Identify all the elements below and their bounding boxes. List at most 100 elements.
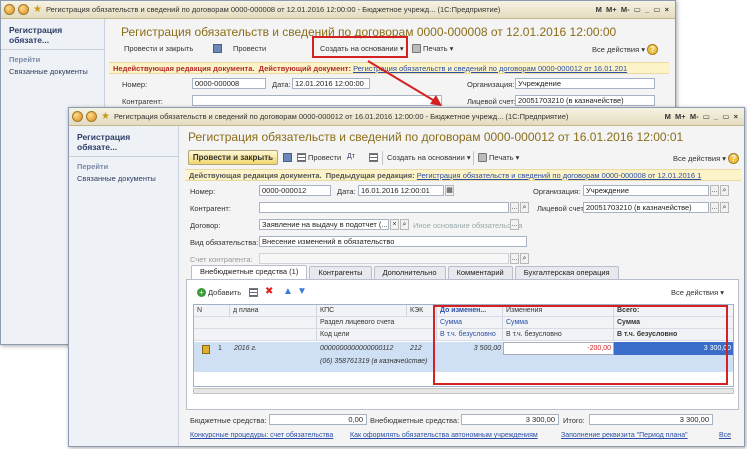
front-menu-icon[interactable]: [72, 111, 83, 122]
org-field[interactable]: Учреждение: [583, 185, 709, 196]
org-select-button[interactable]: …: [710, 185, 719, 196]
add-icon: +: [197, 288, 206, 297]
link-all[interactable]: Все: [719, 432, 731, 439]
tab-comment[interactable]: Комментарий: [447, 266, 513, 279]
back-menu-icon[interactable]: [4, 4, 15, 15]
back-account-field[interactable]: 20051703210 (в казначействе): [515, 95, 655, 106]
back-print-button[interactable]: Печать ▾: [412, 44, 453, 53]
post-close-label: Провести и закрыть: [192, 153, 274, 162]
favorite-star-icon[interactable]: ★: [33, 4, 42, 15]
help-icon[interactable]: ?: [647, 44, 659, 55]
budget-field: 0,00: [269, 414, 367, 425]
contract-label: Договор:: [190, 221, 221, 230]
save-button[interactable]: [283, 153, 294, 162]
row-plan: 2016 г.: [234, 345, 257, 352]
tab-extrabudget[interactable]: Внебюджетные средства (1): [191, 265, 308, 279]
help-icon[interactable]: ?: [728, 153, 740, 164]
list-icon: [369, 153, 378, 162]
amounts-highlight: [433, 305, 728, 385]
back-all-actions-button[interactable]: Все действия ▾ ?: [592, 44, 659, 55]
create-based-button[interactable]: Создать на основании ▾: [387, 153, 471, 162]
move-up-button[interactable]: ▲: [283, 286, 293, 297]
contractor-select-button[interactable]: …: [510, 202, 519, 213]
back-print-label: Печать: [423, 44, 448, 53]
col-header-kps[interactable]: КПС: [317, 305, 407, 317]
back-info-status: Недействующая редакция документа.: [113, 63, 255, 73]
link-competitive[interactable]: Конкурсные процедуры: счет обязательства: [190, 432, 333, 439]
back-window-controls[interactable]: M M+ M- ▭ _ ▭ ×: [596, 5, 675, 14]
move-down-button[interactable]: ▼: [297, 286, 307, 297]
back-date-field[interactable]: 12.01.2016 12:00:00: [292, 78, 370, 89]
tab-accounting[interactable]: Бухгалтерская операция: [514, 266, 619, 279]
link-plan-period[interactable]: Заполнение реквизита "Период плана": [561, 432, 688, 439]
table-all-actions-button[interactable]: Все действия ▾: [671, 288, 724, 297]
contractor-account-open-button[interactable]: ⌕: [520, 253, 529, 264]
contract-hint: Иное основание обязательства: [413, 221, 523, 230]
add-row-button[interactable]: + Добавить: [197, 288, 241, 297]
tab-additional[interactable]: Дополнительно: [373, 266, 446, 279]
front-nav-icon[interactable]: [86, 111, 97, 122]
tab-contractors[interactable]: Контрагенты: [309, 266, 372, 279]
account-open-button[interactable]: ⌕: [720, 202, 729, 213]
favorite-star-icon[interactable]: ★: [101, 111, 110, 122]
front-window-controls[interactable]: M M+ M- ▭ _ ▭ ×: [665, 112, 744, 121]
arrow-up-icon: ▲: [283, 286, 293, 297]
col-header-plan[interactable]: д плана: [230, 305, 317, 317]
back-number-field[interactable]: 0000-000008: [192, 78, 266, 89]
org-open-button[interactable]: ⌕: [720, 185, 729, 196]
delete-row-button[interactable]: ✖: [265, 286, 273, 297]
back-nav-icon[interactable]: [18, 4, 29, 15]
post-button[interactable]: Провести: [297, 153, 341, 162]
contractor-account-field[interactable]: [259, 253, 509, 264]
all-actions-label: Все действия: [673, 154, 721, 163]
contract-clear-button[interactable]: ×: [390, 219, 399, 230]
number-field[interactable]: 0000-000012: [259, 185, 331, 196]
org-label: Организация:: [533, 187, 581, 196]
back-sidebar-title: Регистрация обязате...: [1, 19, 104, 50]
col-header-spacer: [194, 317, 317, 329]
account-select-button[interactable]: …: [710, 202, 719, 213]
total-label: Итого:: [563, 416, 585, 425]
back-org-field[interactable]: Учреждение: [515, 78, 655, 89]
contractor-account-select-button[interactable]: …: [510, 253, 519, 264]
save-icon: [213, 44, 222, 53]
date-field[interactable]: 16.01.2016 12:00:01: [358, 185, 444, 196]
front-sidebar-link-related[interactable]: Связанные документы: [69, 173, 178, 184]
contract-field[interactable]: Заявление на выдачу в подотчет (...: [259, 219, 389, 230]
contractor-open-button[interactable]: ⌕: [520, 202, 529, 213]
budget-label: Бюджетные средства:: [190, 416, 267, 425]
info-prev-link[interactable]: Регистрация обязательств и сведений по д…: [417, 171, 702, 180]
post-icon: [297, 153, 306, 162]
account-field[interactable]: 20051703210 (в казначействе): [583, 202, 709, 213]
back-post-close-button[interactable]: Провести и закрыть: [124, 44, 193, 53]
back-save-button[interactable]: [213, 44, 224, 53]
info-status: Действующая редакция документа.: [189, 170, 322, 180]
contract-open-button[interactable]: ⌕: [400, 219, 409, 230]
col-header-n[interactable]: N: [194, 305, 230, 317]
journal-button[interactable]: Дт: [347, 153, 355, 160]
back-post-button[interactable]: Провести: [233, 44, 266, 53]
grid-scrollbar[interactable]: [193, 388, 734, 394]
arrow-down-icon: ▼: [297, 286, 307, 297]
back-account-label: Лицевой счет:: [467, 97, 516, 106]
post-label: Провести: [308, 153, 342, 162]
list-button[interactable]: [369, 153, 380, 162]
link-autonomous[interactable]: Как оформлять обязательства автономным у…: [350, 432, 538, 439]
col-header-goal[interactable]: Код цели: [317, 329, 437, 341]
col-header-section[interactable]: Раздел лицевого счета: [317, 317, 437, 329]
post-close-button[interactable]: Провести и закрыть: [188, 150, 278, 165]
calendar-icon[interactable]: ▦: [445, 185, 454, 196]
copy-row-button[interactable]: [249, 288, 260, 297]
col-header-spacer-2: [194, 329, 317, 341]
back-all-actions-label: Все действия: [592, 45, 640, 54]
print-icon: [412, 44, 421, 53]
obligation-field[interactable]: Внесение изменений в обязательство: [259, 236, 527, 247]
back-sidebar-link-related[interactable]: Связанные документы: [1, 66, 104, 77]
all-actions-button[interactable]: Все действия ▾ ?: [673, 153, 740, 164]
row-section: (06) 358761319 (в казначействе): [320, 358, 428, 365]
contract-hint-select-button[interactable]: …: [510, 219, 519, 230]
back-post-label: Провести: [233, 44, 267, 53]
contractor-field[interactable]: [259, 202, 509, 213]
print-button[interactable]: Печать ▾: [478, 153, 519, 162]
front-info-bar: Действующая редакция документа. Предыдущ…: [185, 169, 741, 181]
